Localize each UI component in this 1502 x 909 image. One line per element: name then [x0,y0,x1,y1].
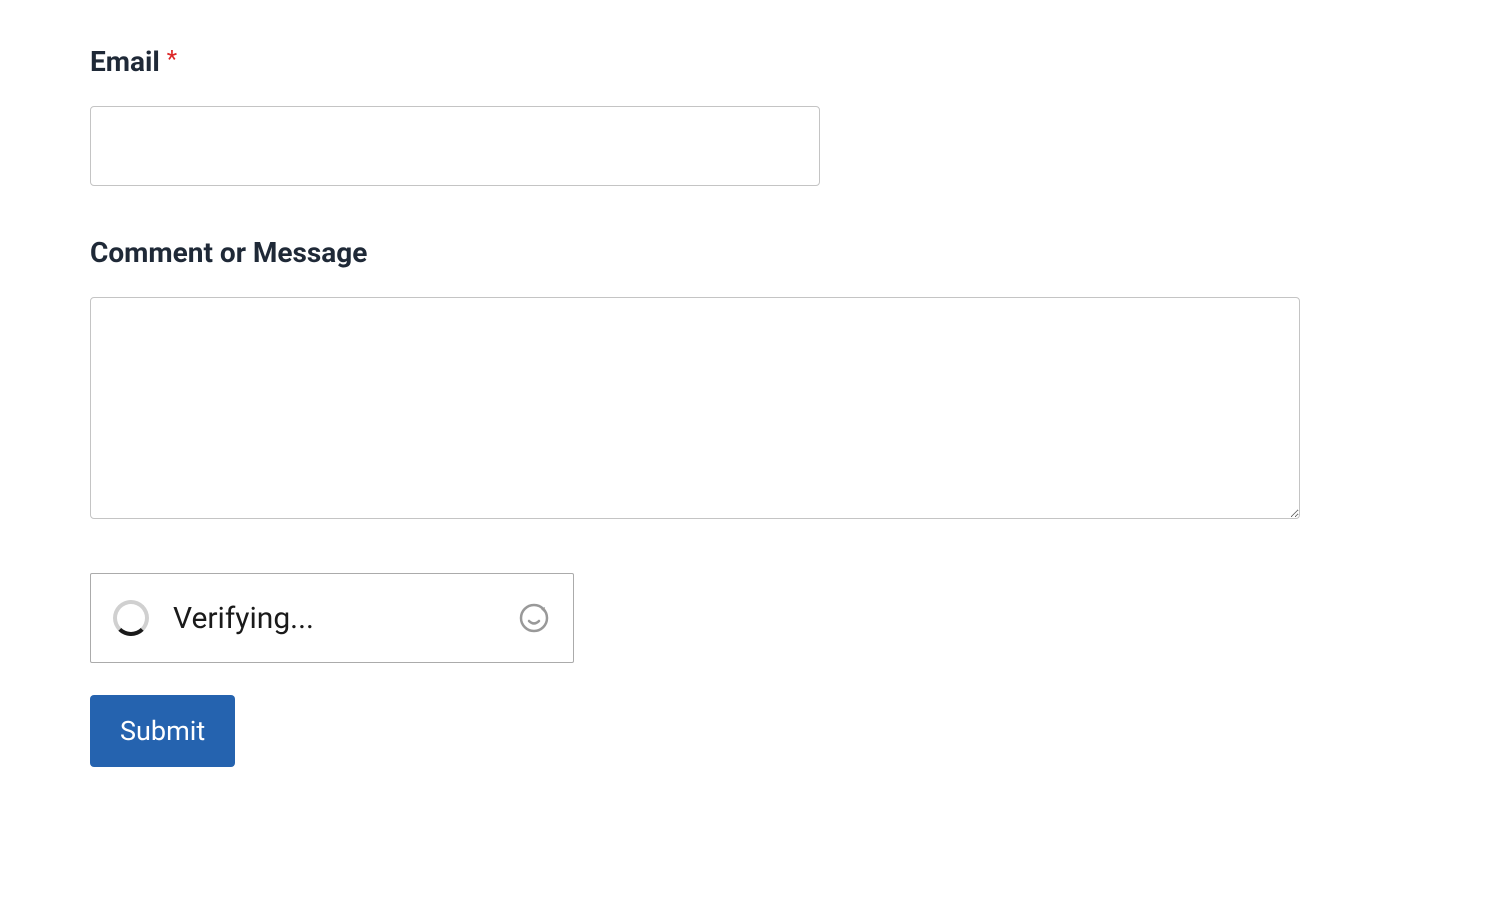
message-textarea[interactable] [90,297,1300,519]
contact-form: Email * Comment or Message Verifying... … [90,45,1412,767]
message-label: Comment or Message [90,236,1412,269]
captcha-status-text: Verifying... [173,601,517,636]
captcha-widget: Verifying... [90,573,574,663]
email-label-text: Email [90,45,160,78]
required-indicator: * [167,45,177,73]
message-field-group: Comment or Message [90,236,1412,523]
email-label: Email * [90,45,1412,78]
email-field-group: Email * [90,45,1412,186]
spinner-icon [113,600,149,636]
captcha-provider-icon [517,601,551,635]
submit-button[interactable]: Submit [90,695,235,767]
email-input[interactable] [90,106,820,186]
